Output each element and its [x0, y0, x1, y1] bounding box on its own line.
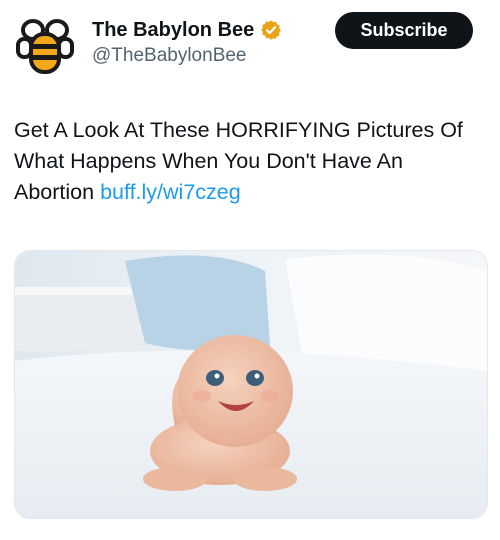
baby-photo — [15, 251, 487, 518]
verified-badge-icon — [260, 19, 282, 41]
author-handle[interactable]: @TheBabylonBee — [92, 45, 247, 67]
tweet-header: The Babylon Bee @TheBabylonBee Subscribe — [0, 0, 500, 90]
subscribe-button[interactable]: Subscribe — [335, 12, 473, 49]
tweet-media-image[interactable] — [14, 250, 488, 519]
bee-logo-icon[interactable] — [12, 12, 78, 78]
tweet-link[interactable]: buff.ly/wi7czeg — [100, 180, 241, 204]
tweet-text: Get A Look At These HORRIFYING Pictures … — [14, 115, 484, 208]
author-display-name[interactable]: The Babylon Bee — [92, 19, 254, 42]
author-name-row[interactable]: The Babylon Bee — [92, 17, 282, 43]
